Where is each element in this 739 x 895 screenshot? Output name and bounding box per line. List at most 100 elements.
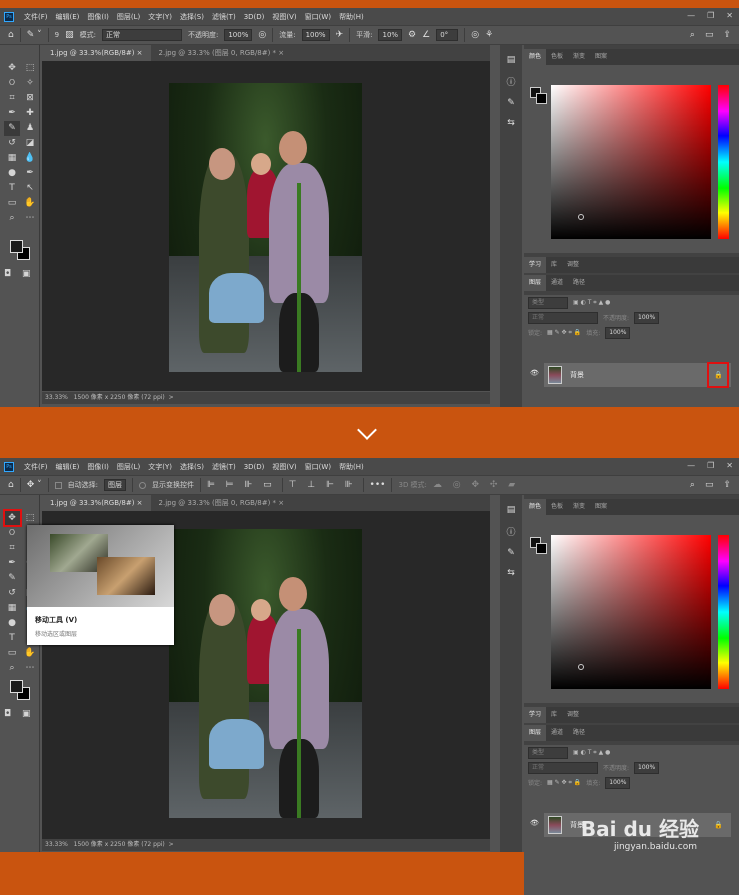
path-select-icon[interactable]: ↖	[22, 181, 38, 196]
search-icon[interactable]: ⌕	[690, 480, 695, 490]
search-icon[interactable]: ⌕	[690, 30, 695, 40]
tab-learn[interactable]: 学习	[524, 257, 547, 273]
type-tool-icon[interactable]: T	[4, 631, 20, 646]
minimize-button[interactable]: —	[687, 11, 695, 20]
history-panel-icon[interactable]: ▤	[500, 55, 522, 65]
foreground-color-swatch[interactable]	[10, 240, 23, 253]
info-panel-icon[interactable]: ⓘ	[500, 525, 522, 538]
screen-mode-icon[interactable]: ▣	[22, 267, 31, 282]
tab-paths[interactable]: 路径	[568, 275, 590, 291]
blur-tool-icon[interactable]: 💧	[22, 151, 38, 166]
foreground-color-swatch[interactable]	[10, 680, 23, 693]
history-panel-icon[interactable]: ▤	[500, 505, 522, 515]
fill-input[interactable]: 100%	[605, 326, 631, 339]
rectangle-tool-icon[interactable]: ▭	[4, 646, 20, 661]
brush-settings-icon[interactable]: ✎	[500, 98, 522, 108]
brush-panel-icon[interactable]: ▨	[65, 30, 74, 40]
gradient-tool-icon[interactable]: ▦	[4, 151, 20, 166]
visibility-eye-icon[interactable]: 👁	[530, 819, 539, 827]
tab-learn[interactable]: 学习	[524, 707, 547, 723]
layer-name[interactable]: 背景	[570, 370, 584, 380]
dodge-tool-icon[interactable]: ●	[4, 166, 20, 181]
brush-tool-icon[interactable]: ✎	[4, 571, 20, 586]
lock-icons[interactable]: ▦ ✎ ✥ ⌗ 🔒	[547, 329, 581, 337]
tab-gradients[interactable]: 渐变	[568, 499, 590, 515]
workspace-icon[interactable]: ▭	[705, 30, 714, 40]
brush-settings-icon[interactable]: ✎	[500, 548, 522, 558]
hand-tool-icon[interactable]: ✋	[22, 196, 38, 211]
menu-window[interactable]: 窗口(W)	[301, 462, 335, 472]
menu-edit[interactable]: 编辑(E)	[52, 12, 84, 22]
zoom-tool-icon[interactable]: ⌕	[4, 661, 20, 676]
layer-row[interactable]: 背景 🔒	[544, 363, 731, 387]
hand-tool-icon[interactable]: ✋	[22, 646, 38, 661]
flow-input[interactable]: 100%	[301, 29, 330, 41]
close-button[interactable]: ✕	[726, 11, 733, 20]
tab-close-icon[interactable]: ×	[278, 49, 284, 57]
fill-input[interactable]: 100%	[605, 776, 631, 789]
layer-opacity-input[interactable]: 100%	[634, 761, 660, 774]
menu-image[interactable]: 图像(I)	[83, 12, 113, 22]
layer-filter-select[interactable]: 类型	[528, 746, 568, 759]
tab-adjustments[interactable]: 调整	[562, 707, 584, 723]
hue-slider[interactable]	[718, 535, 729, 689]
restore-button[interactable]: ❐	[707, 11, 714, 20]
menu-help[interactable]: 帮助(H)	[335, 12, 368, 22]
minimize-button[interactable]: —	[687, 461, 695, 470]
symmetry-icon[interactable]: ⚘	[485, 30, 493, 40]
align-buttons[interactable]: ⊫ ⊨ ⊪ ▭	[207, 480, 276, 490]
tab-2jpg[interactable]: 2.jpg @ 33.3% (图层 0, RGB/8#) * ×	[151, 495, 293, 511]
eraser-tool-icon[interactable]: ◪	[22, 136, 38, 151]
zoom-level[interactable]: 33.33%	[45, 841, 68, 848]
type-tool-icon[interactable]: T	[4, 181, 20, 196]
menu-layer[interactable]: 图层(L)	[113, 462, 144, 472]
3d-mode-icons[interactable]: ☁ ◎ ✥ ✣ ▰	[433, 480, 519, 490]
menu-filter[interactable]: 滤镜(T)	[208, 462, 240, 472]
pen-tool-icon[interactable]: ✒	[22, 166, 38, 181]
tab-color[interactable]: 颜色	[524, 49, 547, 65]
angle-input[interactable]: 0°	[436, 29, 459, 41]
layer-opacity-input[interactable]: 100%	[634, 311, 660, 324]
eyedropper-tool-icon[interactable]: ✒	[4, 556, 20, 571]
menu-image[interactable]: 图像(I)	[83, 462, 113, 472]
brush-preset-icon[interactable]: ✎ ˅	[27, 30, 42, 40]
layer-lock-icon[interactable]: 🔒	[714, 821, 723, 829]
move-tool-icon[interactable]: ✥	[4, 61, 20, 76]
info-panel-icon[interactable]: ⓘ	[500, 75, 522, 88]
zoom-tool-icon[interactable]: ⌕	[4, 211, 20, 226]
menu-3d[interactable]: 3D(D)	[240, 13, 269, 21]
marquee-tool-icon[interactable]: ⬚	[22, 61, 38, 76]
share-icon[interactable]: ⇪	[723, 30, 731, 40]
tab-layers[interactable]: 图层	[524, 725, 547, 741]
menu-help[interactable]: 帮助(H)	[335, 462, 368, 472]
menu-window[interactable]: 窗口(W)	[301, 12, 335, 22]
marquee-tool-icon[interactable]: ⬚	[22, 511, 38, 526]
opacity-input[interactable]: 100%	[224, 29, 253, 41]
tab-patterns[interactable]: 图案	[590, 49, 612, 65]
auto-select-dropdown[interactable]: 图层	[103, 479, 126, 491]
tab-close-icon[interactable]: ×	[137, 499, 143, 507]
tab-libraries[interactable]: 库	[546, 707, 562, 723]
blend-mode-select[interactable]: 正常	[528, 761, 598, 774]
status-arrow-icon[interactable]: >	[169, 841, 174, 848]
stamp-tool-icon[interactable]: ♟	[22, 121, 38, 136]
restore-button[interactable]: ❐	[707, 461, 714, 470]
brush-size[interactable]: 9	[55, 31, 59, 39]
tab-close-icon[interactable]: ×	[137, 49, 143, 57]
tab-paths[interactable]: 路径	[568, 725, 590, 741]
share-icon[interactable]: ⇪	[723, 480, 731, 490]
menu-edit[interactable]: 编辑(E)	[52, 462, 84, 472]
tab-layers[interactable]: 图层	[524, 275, 547, 291]
home-icon[interactable]: ⌂	[8, 30, 14, 40]
airbrush-icon[interactable]: ✈	[336, 30, 344, 40]
menu-select[interactable]: 选择(S)	[176, 12, 208, 22]
properties-icon[interactable]: ⇆	[500, 118, 522, 128]
move-preset-icon[interactable]: ✥ ˅	[27, 480, 42, 490]
canvas-area[interactable]	[42, 61, 490, 391]
tab-channels[interactable]: 通道	[546, 275, 568, 291]
dodge-tool-icon[interactable]: ●	[4, 616, 20, 631]
tab-swatches[interactable]: 色板	[546, 49, 568, 65]
visibility-eye-icon[interactable]: 👁	[530, 369, 539, 377]
menu-type[interactable]: 文字(Y)	[144, 12, 176, 22]
quick-select-tool-icon[interactable]: ✧	[22, 76, 38, 91]
